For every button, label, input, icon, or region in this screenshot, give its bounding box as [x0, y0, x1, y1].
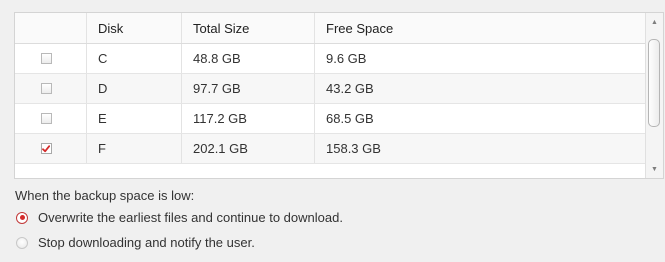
stop-downloading-option[interactable]: Stop downloading and notify the user. — [16, 235, 255, 250]
disk-total-size: 48.8 GB — [182, 44, 315, 73]
disk-total-size: 97.7 GB — [182, 74, 315, 103]
disk-free-space: 43.2 GB — [326, 81, 374, 96]
disk-checkbox[interactable] — [40, 83, 52, 94]
stop-downloading-label: Stop downloading and notify the user. — [38, 235, 255, 250]
disk-checkbox-checked[interactable] — [40, 143, 52, 154]
row-checkbox-cell — [15, 74, 87, 103]
row-checkbox-cell — [15, 134, 87, 163]
scrollbar-thumb[interactable] — [648, 39, 660, 127]
radio-button-selected[interactable] — [16, 211, 28, 224]
radio-button[interactable] — [16, 236, 28, 249]
disk-total-size: 117.2 GB — [182, 104, 315, 133]
table-row[interactable]: D 97.7 GB 43.2 GB — [15, 74, 647, 104]
header-total-size[interactable]: Total Size — [182, 13, 315, 43]
checkmark-icon — [42, 144, 50, 152]
disk-checkbox[interactable] — [40, 113, 52, 124]
overwrite-earliest-files-label: Overwrite the earliest files and continu… — [38, 210, 343, 225]
scroll-down-arrow-icon[interactable]: ▼ — [646, 161, 663, 177]
radio-selected-dot-icon — [19, 215, 25, 220]
disk-table: Disk Total Size Free Space C 48.8 GB 9.6… — [14, 12, 664, 179]
overwrite-earliest-files-option[interactable]: Overwrite the earliest files and continu… — [16, 210, 343, 225]
disk-table-grid: Disk Total Size Free Space C 48.8 GB 9.6… — [15, 13, 647, 164]
header-disk[interactable]: Disk — [87, 13, 182, 43]
disk-checkbox[interactable] — [40, 53, 52, 64]
disk-free-space: 158.3 GB — [326, 141, 381, 156]
backup-space-low-label: When the backup space is low: — [15, 188, 195, 203]
row-checkbox-cell — [15, 104, 87, 133]
disk-total-size: 202.1 GB — [182, 134, 315, 163]
row-checkbox-cell — [15, 44, 87, 73]
table-row[interactable]: E 117.2 GB 68.5 GB — [15, 104, 647, 134]
table-row[interactable]: F 202.1 GB 158.3 GB — [15, 134, 647, 164]
disk-free-space: 68.5 GB — [326, 111, 374, 126]
table-header-row: Disk Total Size Free Space — [15, 13, 647, 44]
disk-name: C — [87, 44, 182, 73]
disk-name: E — [87, 104, 182, 133]
table-row[interactable]: C 48.8 GB 9.6 GB — [15, 44, 647, 74]
disk-free-space: 9.6 GB — [326, 51, 367, 66]
disk-name: D — [87, 74, 182, 103]
header-free-space[interactable]: Free Space — [315, 13, 647, 43]
vertical-scrollbar[interactable]: ▲ ▼ — [645, 13, 663, 178]
scroll-up-arrow-icon[interactable]: ▲ — [646, 14, 663, 30]
header-checkbox-column — [15, 13, 87, 43]
disk-name: F — [87, 134, 182, 163]
